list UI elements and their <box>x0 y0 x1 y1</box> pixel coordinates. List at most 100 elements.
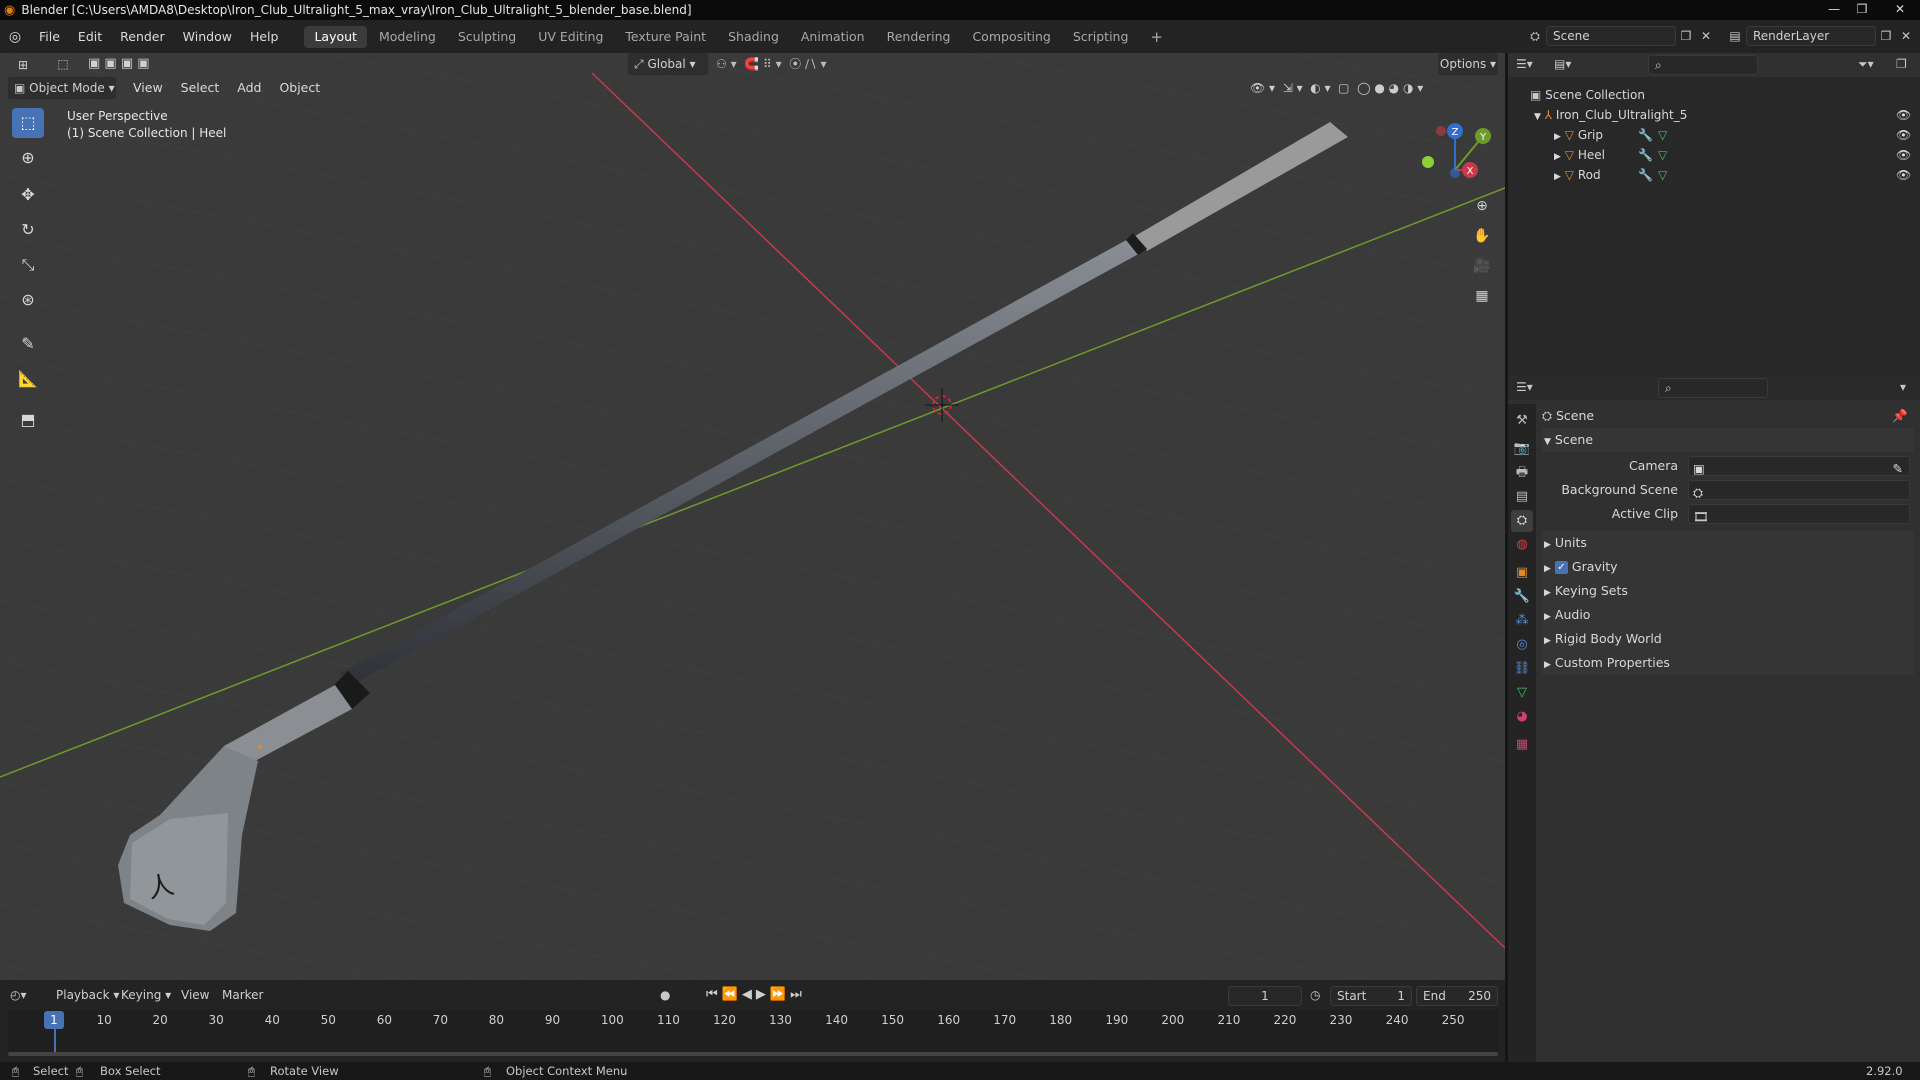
keying-sets-panel-header[interactable]: ▶ Keying Sets <box>1542 579 1914 603</box>
start-frame-field[interactable]: Start 1 <box>1330 986 1412 1006</box>
minimize-button[interactable]: — <box>1820 0 1848 20</box>
collapse-arrow-icon[interactable]: ▼ <box>1544 437 1551 447</box>
modifier-wrench-icon[interactable]: 🔧 <box>1638 165 1653 185</box>
gravity-panel-header[interactable]: ▶ ✓ Gravity <box>1542 555 1914 579</box>
modifier-tab-icon[interactable]: 🔧 <box>1511 586 1533 608</box>
outliner-row-scene-collection[interactable]: ▣ Scene Collection <box>1508 85 1920 105</box>
viewport-menu-select[interactable]: Select <box>172 77 229 99</box>
timeline-editor-type-icon[interactable]: ◴▾ <box>10 988 27 1002</box>
scale-tool-icon[interactable]: ⤡ <box>12 250 44 280</box>
output-tab-icon[interactable]: 🖶 <box>1511 462 1533 484</box>
expand-arrow-icon[interactable]: ▶ <box>1544 564 1551 574</box>
blender-menu-icon[interactable]: ◎ <box>0 29 30 45</box>
pan-hand-icon[interactable]: ✋ <box>1470 224 1494 248</box>
cursor-tool-icon[interactable]: ⊕ <box>12 143 44 173</box>
move-tool-icon[interactable]: ✥ <box>12 180 44 210</box>
outliner-row-rod[interactable]: ▶ ▽ Rod 🔧 ▽ 👁 <box>1508 165 1920 185</box>
visibility-eye-icon[interactable]: 👁 <box>1896 145 1911 165</box>
tab-animation[interactable]: Animation <box>791 26 875 48</box>
display-mode-icon[interactable]: ▤▾ <box>1554 57 1571 71</box>
viewport-shading-controls[interactable]: 👁 ▾ ⇲ ▾ ◐ ▾ ▢ ◯ ● ◕ ◑ ▾ <box>1250 77 1500 99</box>
object-tab-icon[interactable]: ▣ <box>1511 562 1533 584</box>
tab-shading[interactable]: Shading <box>718 26 789 48</box>
select-tool-icon[interactable]: ⬚ <box>52 53 74 75</box>
3d-viewport[interactable]: 人 Z Y X ⊞ ⬚ ▣ ▣ ▣ ▣ ⤢ Global ▾ ⚇ ▾ 🧲 ⠿ ▾… <box>0 53 1505 980</box>
texture-tab-icon[interactable]: ▦ <box>1511 734 1533 756</box>
tab-rendering[interactable]: Rendering <box>877 26 961 48</box>
gravity-checkbox[interactable]: ✓ <box>1554 561 1568 574</box>
record-icon[interactable]: ● <box>660 988 670 1002</box>
timeline-scrollbar[interactable] <box>8 1052 1498 1056</box>
playback-controls[interactable]: ⏮⏪◀▶⏩⏭ <box>706 987 806 1002</box>
scene-selector[interactable]: ⛭ Scene ❐ ✕ <box>1524 25 1720 47</box>
outliner-row-heel[interactable]: ▶ ▽ Heel 🔧 ▽ 👁 <box>1508 145 1920 165</box>
expand-arrow-icon[interactable]: ▶ <box>1554 132 1561 142</box>
menu-file[interactable]: File <box>30 20 69 53</box>
measure-tool-icon[interactable]: 📐 <box>12 364 44 394</box>
camera-field[interactable]: ▣ ✎ <box>1688 456 1910 476</box>
properties-search-input[interactable]: ⌕ <box>1658 378 1768 398</box>
add-workspace-icon[interactable]: + <box>1140 26 1173 48</box>
properties-options-icon[interactable]: ▾ <box>1900 380 1906 394</box>
add-cube-tool-icon[interactable]: ⬒ <box>12 405 44 435</box>
pin-icon[interactable]: 📌 <box>1892 404 1908 428</box>
custom-properties-panel-header[interactable]: ▶ Custom Properties <box>1542 651 1914 675</box>
visibility-eye-icon[interactable]: 👁 <box>1896 165 1911 185</box>
rigid-body-world-panel-header[interactable]: ▶ Rigid Body World <box>1542 627 1914 651</box>
end-frame-field[interactable]: End 250 <box>1416 986 1498 1006</box>
new-renderlayer-icon[interactable]: ❐ <box>1876 29 1896 43</box>
maximize-button[interactable]: ❐ <box>1848 0 1876 20</box>
active-clip-field[interactable]: 🎞 <box>1688 504 1910 524</box>
physics-tab-icon[interactable]: ◎ <box>1511 634 1533 656</box>
render-tab-icon[interactable]: 📷 <box>1511 438 1533 460</box>
renderlayer-name-field[interactable]: RenderLayer <box>1746 26 1876 46</box>
mesh-data-icon[interactable]: ▽ <box>1658 165 1667 185</box>
viewport-canvas[interactable]: 人 Z Y X <box>0 53 1505 980</box>
viewport-menu-object[interactable]: Object <box>270 77 329 99</box>
select-box-tool-icon[interactable]: ⬚ <box>12 108 44 138</box>
tab-layout[interactable]: Layout <box>304 25 367 48</box>
playhead-frame-indicator[interactable]: 1 <box>44 1011 64 1029</box>
outliner-search-input[interactable]: ⌕ <box>1648 55 1758 75</box>
outliner-editor-type-icon[interactable]: ☰▾ <box>1516 57 1533 71</box>
constraints-tab-icon[interactable]: ⛓ <box>1511 658 1533 680</box>
filter-icon[interactable]: ⏷▾ <box>1858 57 1874 72</box>
view-layer-tab-icon[interactable]: ▤ <box>1511 486 1533 508</box>
units-panel-header[interactable]: ▶ Units <box>1542 531 1914 555</box>
delete-renderlayer-icon[interactable]: ✕ <box>1896 29 1916 43</box>
tab-uv-editing[interactable]: UV Editing <box>528 26 613 48</box>
preview-range-icon[interactable]: ◷ <box>1310 988 1320 1002</box>
selection-mode-icons[interactable]: ▣ ▣ ▣ ▣ <box>88 53 184 75</box>
delete-scene-icon[interactable]: ✕ <box>1696 29 1716 43</box>
scene-panel-header[interactable]: ▼ Scene <box>1542 428 1914 452</box>
editor-type-icon[interactable]: ⊞ <box>8 55 38 75</box>
mesh-data-icon[interactable]: ▽ <box>1658 125 1667 145</box>
menu-render[interactable]: Render <box>111 20 174 53</box>
timeline-menu-marker[interactable]: Marker <box>216 988 269 1002</box>
expand-arrow-icon[interactable]: ▶ <box>1544 588 1551 598</box>
expand-arrow-icon[interactable]: ▼ <box>1534 112 1541 122</box>
scene-tab-icon[interactable]: ⛭ <box>1511 510 1533 532</box>
mesh-data-icon[interactable]: ▽ <box>1658 145 1667 165</box>
tab-compositing[interactable]: Compositing <box>962 26 1060 48</box>
menu-help[interactable]: Help <box>241 20 288 53</box>
options-dropdown[interactable]: Options ▾ <box>1438 53 1498 75</box>
viewport-menu-add[interactable]: Add <box>228 77 270 99</box>
scene-name-field[interactable]: Scene <box>1546 26 1676 46</box>
timeline-menu-view[interactable]: View <box>175 988 215 1002</box>
tab-sculpting[interactable]: Sculpting <box>448 26 526 48</box>
renderlayer-selector[interactable]: ▤ RenderLayer ❐ ✕ <box>1724 25 1920 47</box>
new-scene-icon[interactable]: ❐ <box>1676 29 1696 43</box>
expand-arrow-icon[interactable]: ▶ <box>1544 612 1551 622</box>
camera-view-icon[interactable]: 🎥 <box>1470 254 1494 278</box>
snap-proportional-controls[interactable]: ⚇ ▾ 🧲 ⠿ ▾ ⦿ ∕∖ ▾ <box>716 53 856 75</box>
tab-modeling[interactable]: Modeling <box>369 26 446 48</box>
annotate-tool-icon[interactable]: ✎ <box>12 329 44 359</box>
close-button[interactable]: ✕ <box>1880 0 1920 20</box>
modifier-wrench-icon[interactable]: 🔧 <box>1638 125 1653 145</box>
audio-panel-header[interactable]: ▶ Audio <box>1542 603 1914 627</box>
world-tab-icon[interactable]: ◍ <box>1511 534 1533 556</box>
background-scene-field[interactable]: ⛭ <box>1688 480 1910 500</box>
outliner-row-collection[interactable]: ▼ ⅄ Iron_Club_Ultralight_5 👁 <box>1508 105 1920 125</box>
menu-window[interactable]: Window <box>174 20 241 53</box>
